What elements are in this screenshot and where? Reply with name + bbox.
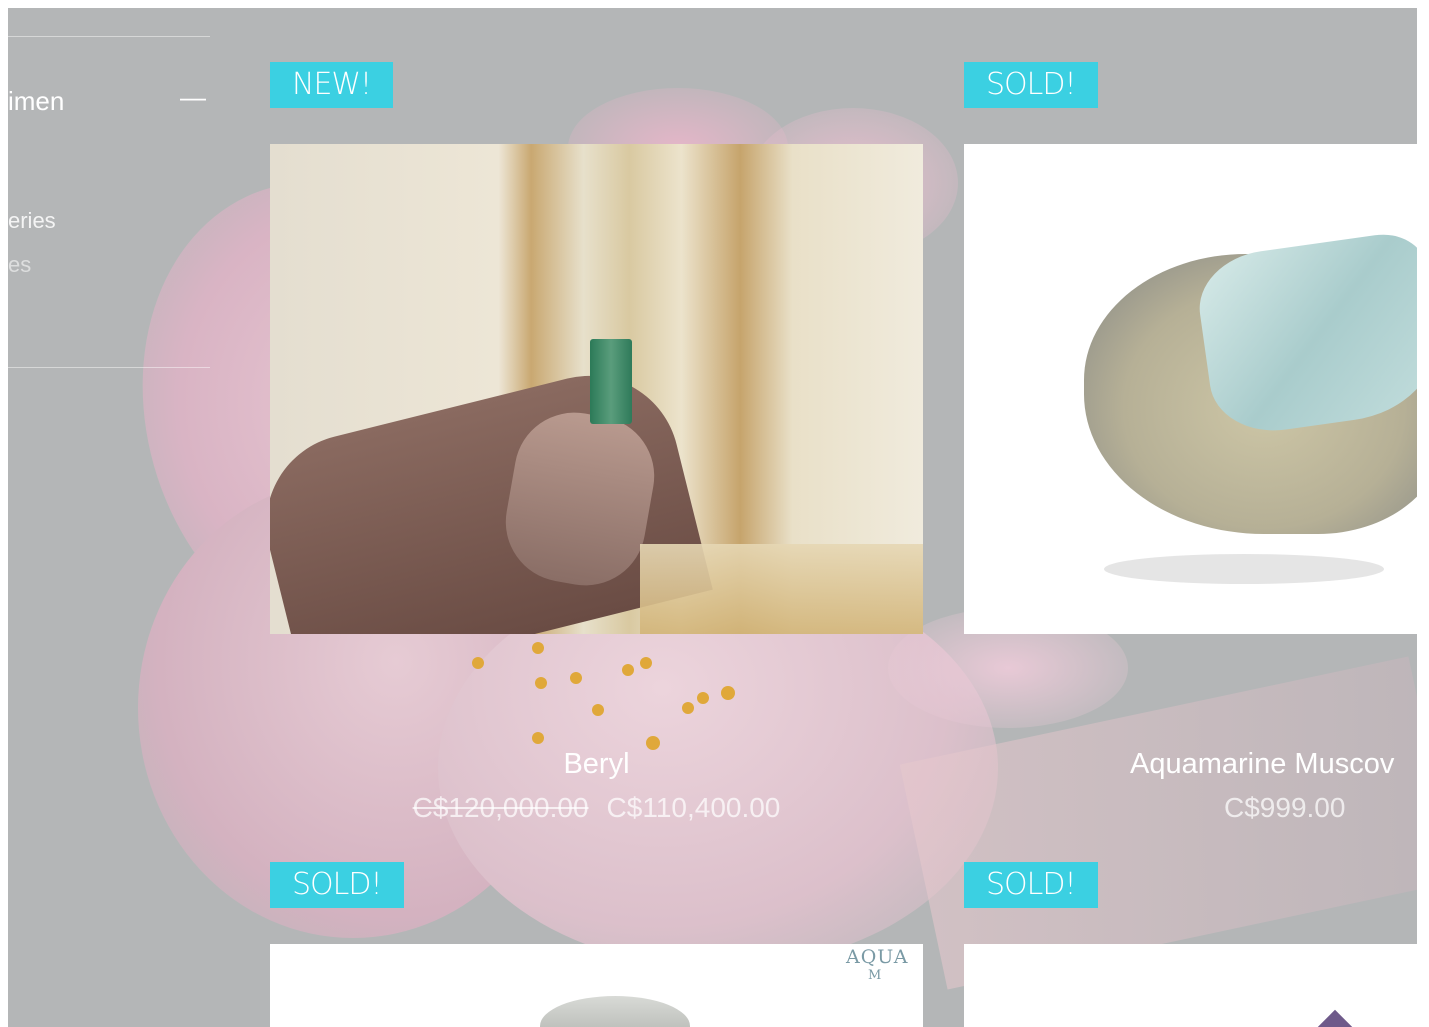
- product-name[interactable]: Beryl: [270, 748, 923, 781]
- product-price: C$999.00: [1224, 792, 1345, 824]
- sold-badge: SOLD!: [964, 62, 1098, 108]
- product-image[interactable]: [270, 144, 923, 634]
- product-image[interactable]: [964, 944, 1417, 1027]
- logo-watermark-sub: M: [868, 968, 882, 983]
- sidebar-divider: [8, 367, 210, 368]
- price: C$999.00: [1224, 792, 1346, 823]
- filter-title[interactable]: imen: [8, 86, 64, 117]
- product-name[interactable]: Aquamarine Muscov: [1130, 748, 1394, 781]
- product-price: C$120,000.00 C$110,400.00: [270, 792, 923, 824]
- emerald-crystal-icon: [590, 339, 632, 424]
- sold-badge: SOLD!: [964, 862, 1098, 908]
- original-price: C$120,000.00: [412, 792, 589, 823]
- filter-option[interactable]: eries: [8, 208, 56, 234]
- logo-watermark: AQUA: [846, 946, 909, 968]
- new-badge: NEW!: [270, 62, 394, 108]
- collapse-toggle-icon[interactable]: —: [180, 82, 206, 113]
- product-image[interactable]: [964, 144, 1417, 634]
- sidebar-divider: [8, 36, 210, 37]
- sale-price: C$110,400.00: [606, 792, 781, 823]
- filter-option[interactable]: es: [8, 252, 31, 278]
- product-image[interactable]: AQUA M: [270, 944, 923, 1027]
- sold-badge: SOLD!: [270, 862, 404, 908]
- shop-page: imen — eries es NEW! Beryl C$120,000.00 C…: [8, 8, 1417, 1027]
